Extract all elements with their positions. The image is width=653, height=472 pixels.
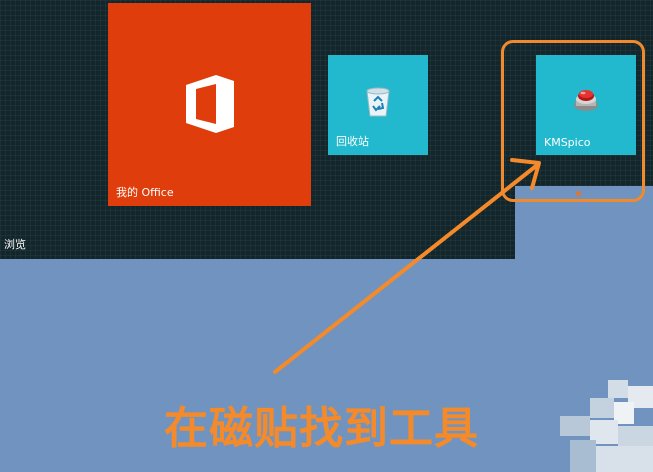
annotation-caption: 在磁贴找到工具 [164, 403, 479, 454]
mosaic-watermark [560, 380, 653, 472]
